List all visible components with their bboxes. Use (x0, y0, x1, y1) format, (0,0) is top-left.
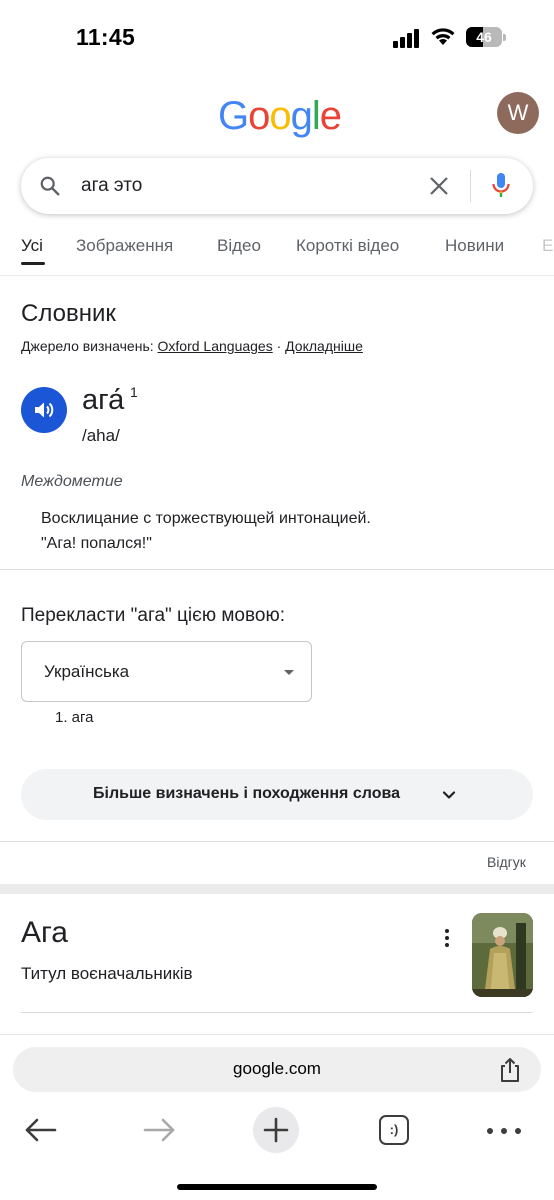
plus-icon (263, 1117, 289, 1143)
search-tabs: Усі Зображення Відео Короткі відео Новин… (0, 216, 554, 276)
headword-number: 1 (130, 384, 138, 400)
language-value: Українська (44, 662, 130, 681)
divider (21, 1012, 533, 1013)
feedback-link[interactable]: Відгук (487, 854, 526, 870)
logo-letter: e (319, 94, 342, 138)
search-input[interactable] (81, 172, 411, 200)
example: "Ага! попался!" (41, 535, 152, 552)
battery-percent: 46 (476, 29, 492, 45)
kebab-icon[interactable] (443, 928, 451, 948)
search-divider (470, 170, 471, 202)
logo-letter: G (218, 94, 249, 138)
more-definitions-label: Більше визначень і походження слова (93, 785, 400, 802)
tabs-icon[interactable]: :) (379, 1115, 409, 1145)
signal-icon (393, 29, 419, 48)
tab-more[interactable]: Е (542, 236, 553, 256)
wifi-icon (431, 28, 455, 45)
avatar[interactable]: W (497, 92, 539, 134)
portrait-image (472, 913, 533, 997)
status-time: 11:45 (76, 24, 136, 50)
source-prefix: Джерело визначень: (21, 338, 158, 354)
share-icon[interactable] (499, 1057, 521, 1083)
active-tab-indicator (21, 262, 45, 265)
tab-images[interactable]: Зображення (76, 236, 173, 256)
source-link[interactable]: Oxford Languages (158, 338, 273, 354)
source-separator: · (272, 338, 286, 354)
battery-indicator: 46 (466, 27, 506, 47)
logo-letter: o (269, 94, 291, 138)
logo-letter: l (311, 94, 321, 138)
translate-title: Перекласти "ага" цією мовою: (21, 605, 285, 626)
clear-icon[interactable] (428, 175, 450, 197)
more-icon[interactable] (486, 1127, 522, 1135)
address-bar[interactable]: google.com (13, 1047, 541, 1092)
knowledge-title[interactable]: Ага (21, 916, 68, 950)
browser-toolbar: google.com :) (0, 1034, 554, 1200)
back-icon[interactable] (24, 1117, 58, 1143)
headword: ага́ (82, 384, 125, 416)
divider (0, 841, 554, 842)
chevron-down-icon (442, 791, 456, 799)
forward-icon[interactable] (142, 1117, 176, 1143)
tab-short-videos[interactable]: Короткі відео (296, 236, 399, 256)
dictionary-title: Словник (21, 300, 116, 327)
knowledge-subtitle: Титул воєначальників (21, 964, 193, 983)
section-separator (0, 884, 554, 894)
pronounce-button[interactable] (21, 387, 67, 433)
part-of-speech: Междометие (21, 473, 123, 490)
more-info-link[interactable]: Докладніше (285, 338, 363, 354)
divider (0, 569, 554, 570)
tab-videos[interactable]: Відео (217, 236, 261, 256)
search-box[interactable] (21, 158, 533, 214)
google-logo[interactable]: Google (218, 94, 342, 139)
status-bar: 11:45 46 (0, 0, 554, 76)
logo-letter: g (290, 94, 313, 138)
logo-letter: o (248, 94, 270, 138)
search-icon[interactable] (39, 175, 61, 197)
knowledge-thumbnail[interactable] (472, 913, 533, 997)
language-select[interactable]: Українська (21, 641, 312, 702)
home-indicator (177, 1184, 377, 1190)
tab-news[interactable]: Новини (445, 236, 504, 256)
mic-icon[interactable] (491, 172, 511, 200)
dictionary-source: Джерело визначень: Oxford Languages · До… (21, 338, 363, 354)
new-tab-button[interactable] (253, 1107, 299, 1153)
caret-icon (284, 670, 294, 675)
definition: Восклицание с торжествующей интонацией. (41, 510, 371, 527)
more-definitions-button[interactable]: Більше визначень і походження слова (21, 769, 533, 820)
tab-all[interactable]: Усі (21, 236, 43, 256)
url-text: google.com (233, 1059, 321, 1078)
translation-result: 1. ага (55, 709, 94, 726)
speaker-icon (35, 402, 54, 418)
phonetic: /aha/ (82, 426, 120, 445)
